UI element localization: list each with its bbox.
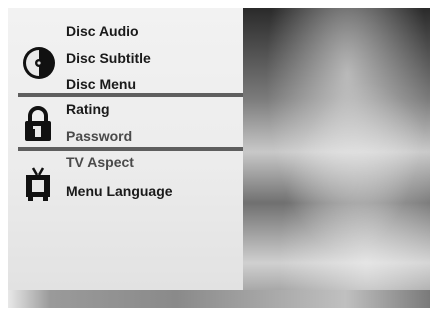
divider-2 (18, 147, 243, 151)
menu-item-disc-audio[interactable]: Disc Audio (66, 23, 139, 39)
divider-1 (18, 93, 243, 97)
menu-item-menu-language[interactable]: Menu Language (66, 183, 173, 199)
padlock-icon (25, 106, 51, 141)
menu-item-rating[interactable]: Rating (66, 101, 110, 117)
menu-item-tv-aspect[interactable]: TV Aspect (66, 154, 134, 170)
tv-icon (26, 167, 50, 201)
setup-menu-panel: Disc Audio Disc Subtitle Disc Menu Ratin… (8, 8, 243, 290)
menu-item-password[interactable]: Password (66, 128, 132, 144)
menu-item-disc-subtitle[interactable]: Disc Subtitle (66, 50, 151, 66)
tv-screen: Disc Audio Disc Subtitle Disc Menu Ratin… (8, 8, 430, 308)
bottom-strip (8, 290, 430, 308)
menu-item-disc-menu[interactable]: Disc Menu (66, 76, 136, 92)
disc-icon (23, 47, 55, 79)
